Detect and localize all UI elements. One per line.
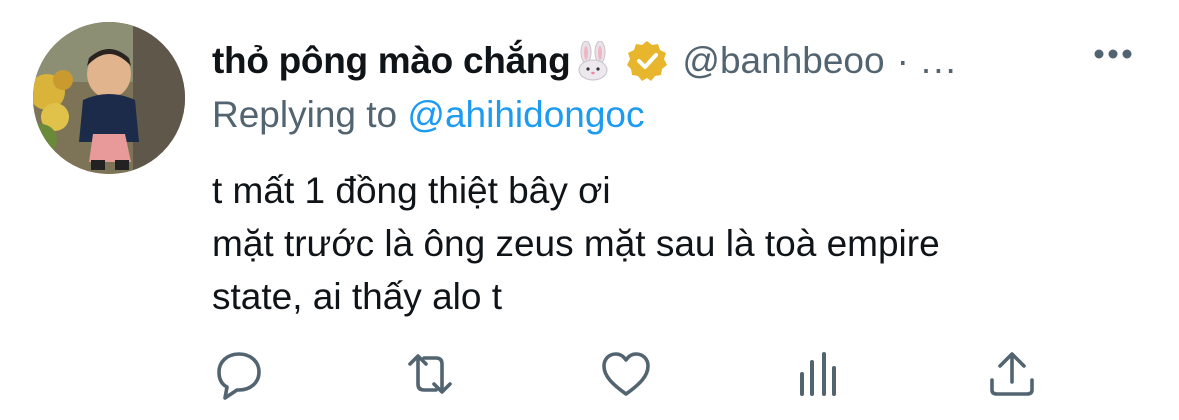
separator-dot: · <box>896 40 909 81</box>
tweet-text-line: t mất 1 đồng thiệt bây ơi <box>212 170 611 211</box>
retweet-icon[interactable] <box>402 346 458 402</box>
replying-to: Replying to @ahihidongoc <box>212 94 645 136</box>
share-icon[interactable] <box>984 346 1040 402</box>
reply-mention-link[interactable]: @ahihidongoc <box>407 94 644 135</box>
more-icon[interactable] <box>1093 46 1133 62</box>
gold-verified-icon[interactable] <box>626 40 668 82</box>
replying-prefix: Replying to <box>212 94 408 135</box>
avatar[interactable] <box>33 22 185 174</box>
avatar-photo <box>33 22 185 174</box>
tweet-time[interactable]: ... <box>921 40 958 82</box>
tweet-text: t mất 1 đồng thiệt bây ơi mặt trước là ô… <box>212 164 1112 323</box>
tweet-header: thỏ pông mào chắng @banhbeoo · ... <box>212 36 958 86</box>
heart-icon[interactable] <box>598 346 654 402</box>
user-handle[interactable]: @banhbeoo <box>682 40 884 82</box>
tweet-text-line: state, ai thấy alo t <box>212 276 503 317</box>
action-bar <box>0 346 1179 402</box>
rabbit-face-icon <box>574 40 612 81</box>
display-name[interactable]: thỏ pông mào chắng <box>212 40 571 82</box>
reply-icon[interactable] <box>211 346 267 402</box>
tweet-text-line: mặt trước là ông zeus mặt sau là toà emp… <box>212 223 940 264</box>
analytics-icon[interactable] <box>790 346 846 402</box>
tweet: thỏ pông mào chắng @banhbeoo · ... Reply… <box>0 0 1179 420</box>
